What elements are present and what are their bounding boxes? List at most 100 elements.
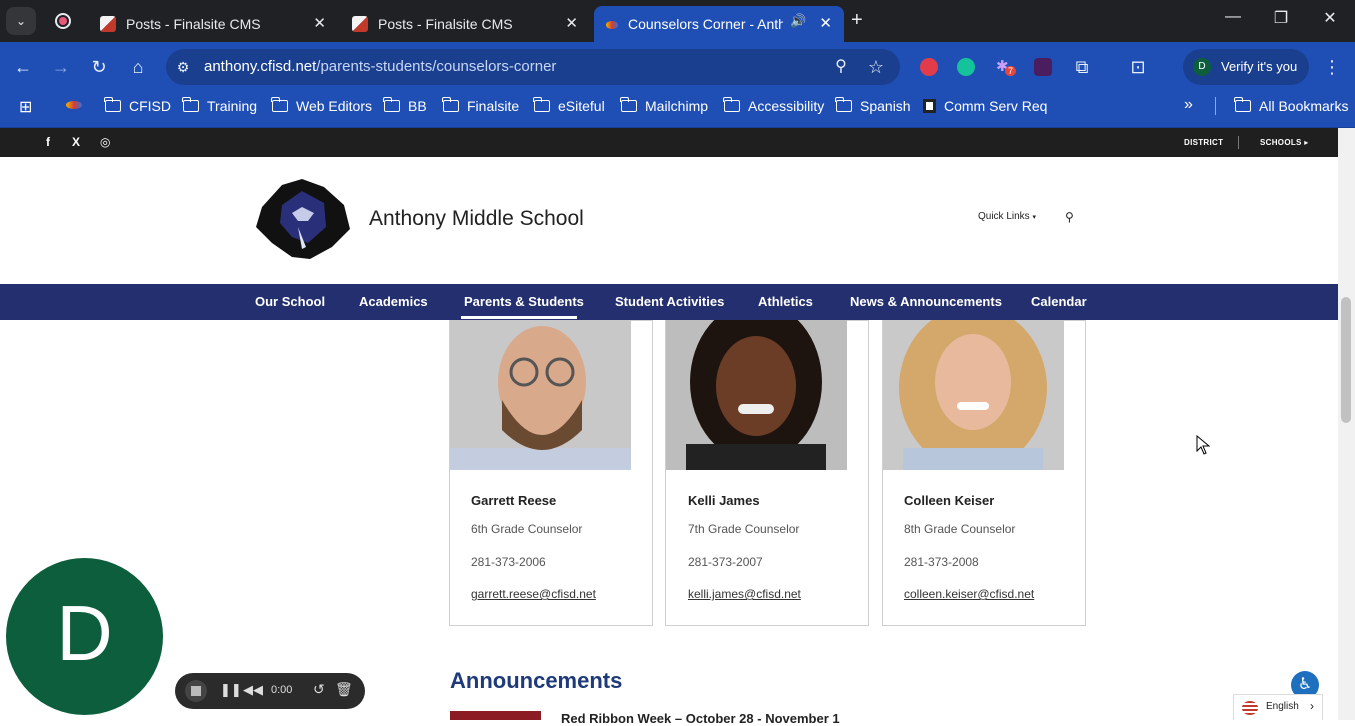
grammarly-icon[interactable] xyxy=(957,58,975,76)
tab-counselors-corner[interactable]: Counselors Corner - Anthon 🔊 ✕ xyxy=(594,6,844,42)
bookmark-label: BB xyxy=(408,98,427,114)
quick-links-label: Quick Links xyxy=(978,211,1030,222)
tab-title: Posts - Finalsite CMS xyxy=(378,16,513,32)
bookmark-comm-serv-req[interactable]: Comm Serv Req xyxy=(923,97,1047,115)
restore-button[interactable]: ❐ xyxy=(1266,8,1296,28)
url-path: /parents-students/counselors-corner xyxy=(316,58,557,75)
bookmark-mailchimp[interactable]: Mailchimp xyxy=(620,97,708,115)
counselor-role: 8th Grade Counselor xyxy=(904,522,1016,536)
extension-badge-icon[interactable]: ✱ 7 xyxy=(996,57,1017,76)
url-text[interactable]: anthony.cfisd.net/parents-students/couns… xyxy=(204,58,556,75)
site-utility-bar xyxy=(0,128,1338,157)
bookmark-label: Web Editors xyxy=(296,98,372,114)
counselor-email-link[interactable]: kelli.james@cfisd.net xyxy=(688,587,801,601)
page-scrollbar[interactable] xyxy=(1338,128,1355,720)
nav-student-activities[interactable]: Student Activities xyxy=(615,294,724,309)
chevron-right-icon: › xyxy=(1310,699,1314,713)
speaker-icon[interactable]: 🔊 xyxy=(790,13,806,29)
stop-icon[interactable] xyxy=(185,680,207,702)
back-icon[interactable]: ← xyxy=(9,53,37,81)
screenshot-icon[interactable]: ⊡ xyxy=(1124,53,1152,81)
all-bookmarks[interactable]: All Bookmarks xyxy=(1234,97,1349,115)
tab-title: Counselors Corner - Anthon xyxy=(628,16,783,32)
district-link[interactable]: DISTRICT xyxy=(1184,138,1223,147)
profile-chip[interactable]: D Verify it's you xyxy=(1183,49,1309,85)
tab-search-button[interactable]: ⌄ xyxy=(6,7,36,35)
scrollbar-thumb[interactable] xyxy=(1341,297,1351,423)
record-icon[interactable] xyxy=(55,13,71,29)
extension-red-icon[interactable] xyxy=(920,58,938,76)
bookmark-label: eSiteful xyxy=(558,98,605,114)
announcement-thumbnail[interactable] xyxy=(450,711,541,720)
extension-purple-icon[interactable] xyxy=(1034,58,1052,76)
site-header xyxy=(0,157,1338,284)
bookmark-accessibility[interactable]: Accessibility xyxy=(723,97,825,115)
bookmark-cfisd[interactable]: CFISD xyxy=(104,97,171,115)
nav-calendar[interactable]: Calendar xyxy=(1031,294,1087,309)
close-icon[interactable]: ✕ xyxy=(819,14,832,32)
finalsite-favicon xyxy=(100,16,116,32)
bookmark-spanish[interactable]: Spanish xyxy=(835,97,911,115)
bookmark-label: CFISD xyxy=(129,98,171,114)
zoom-icon[interactable]: ⚲ xyxy=(827,53,855,81)
close-window-button[interactable]: ✕ xyxy=(1315,8,1345,28)
bookmark-esiteful[interactable]: eSiteful xyxy=(533,97,605,115)
close-icon[interactable]: ✕ xyxy=(313,14,326,32)
bookmark-star-icon[interactable]: ☆ xyxy=(862,53,890,81)
x-twitter-icon[interactable]: X xyxy=(72,135,80,149)
announcement-title[interactable]: Red Ribbon Week – October 28 - November … xyxy=(561,711,840,726)
rewind-icon[interactable]: ◀◀ xyxy=(243,682,263,698)
new-tab-button[interactable]: + xyxy=(851,9,863,32)
nav-parents-students[interactable]: Parents & Students xyxy=(464,294,584,309)
minimize-button[interactable]: — xyxy=(1218,8,1248,26)
bookmark-label: Accessibility xyxy=(748,98,825,114)
folder-icon xyxy=(620,97,637,112)
bookmark-label: All Bookmarks xyxy=(1259,98,1349,114)
counselor-email-link[interactable]: garrett.reese@cfisd.net xyxy=(471,587,596,601)
recorder-avatar[interactable]: D xyxy=(6,558,163,715)
counselor-email-link[interactable]: colleen.keiser@cfisd.net xyxy=(904,587,1034,601)
nav-active-underline xyxy=(461,316,577,319)
facebook-icon[interactable]: f xyxy=(46,135,50,149)
forward-icon[interactable]: → xyxy=(47,53,75,81)
language-selector[interactable]: English › xyxy=(1233,694,1323,720)
close-icon[interactable]: ✕ xyxy=(565,14,578,32)
nav-our-school[interactable]: Our School xyxy=(255,294,325,309)
bookmark-training[interactable]: Training xyxy=(182,97,257,115)
search-icon[interactable]: ⚲ xyxy=(1065,210,1074,224)
reload-icon[interactable]: ↻ xyxy=(85,53,113,81)
folder-icon xyxy=(182,97,199,112)
instagram-icon[interactable]: ◎ xyxy=(100,135,110,149)
quick-links-dropdown[interactable]: Quick Links ▾ xyxy=(978,211,1036,222)
counselor-name: Colleen Keiser xyxy=(904,493,995,508)
trash-icon[interactable]: 🗑 xyxy=(335,681,353,698)
nav-athletics[interactable]: Athletics xyxy=(758,294,813,309)
counselor-photo xyxy=(883,320,1064,470)
schools-link[interactable]: SCHOOLS ▸ xyxy=(1260,138,1309,147)
bookmark-label: Finalsite xyxy=(467,98,520,114)
bookmark-label: Comm Serv Req xyxy=(944,98,1048,114)
tab-posts-2[interactable]: Posts - Finalsite CMS ✕ xyxy=(340,6,590,42)
bookmark-web-editors[interactable]: Web Editors xyxy=(271,97,372,115)
recorder-controls: ❚❚ ◀◀ 0:00 ↺ 🗑 xyxy=(175,673,365,709)
bookmark-bb[interactable]: BB xyxy=(383,97,427,115)
pause-icon[interactable]: ❚❚ xyxy=(220,682,242,698)
folder-icon xyxy=(104,97,121,112)
menu-kebab-icon[interactable]: ⋮ xyxy=(1318,53,1346,81)
home-icon[interactable]: ⌂ xyxy=(124,53,152,81)
nav-academics[interactable]: Academics xyxy=(359,294,428,309)
counselor-phone: 281-373-2008 xyxy=(904,555,979,569)
nav-news-announcements[interactable]: News & Announcements xyxy=(850,294,1002,309)
schools-label: SCHOOLS xyxy=(1260,138,1302,147)
school-name[interactable]: Anthony Middle School xyxy=(369,207,584,231)
restart-icon[interactable]: ↺ xyxy=(313,681,325,698)
folder-icon xyxy=(835,97,852,112)
more-bookmarks-icon[interactable]: » xyxy=(1184,96,1193,114)
tab-posts-1[interactable]: Posts - Finalsite CMS ✕ xyxy=(88,6,338,42)
school-logo[interactable] xyxy=(252,177,354,261)
site-info-icon[interactable]: ⚙ xyxy=(169,53,197,81)
apps-grid-icon[interactable]: ⊞ xyxy=(19,97,32,117)
bookmark-favicon-icon[interactable] xyxy=(66,101,82,109)
extensions-puzzle-icon[interactable]: ⧉ xyxy=(1068,53,1096,81)
bookmark-finalsite[interactable]: Finalsite xyxy=(442,97,520,115)
